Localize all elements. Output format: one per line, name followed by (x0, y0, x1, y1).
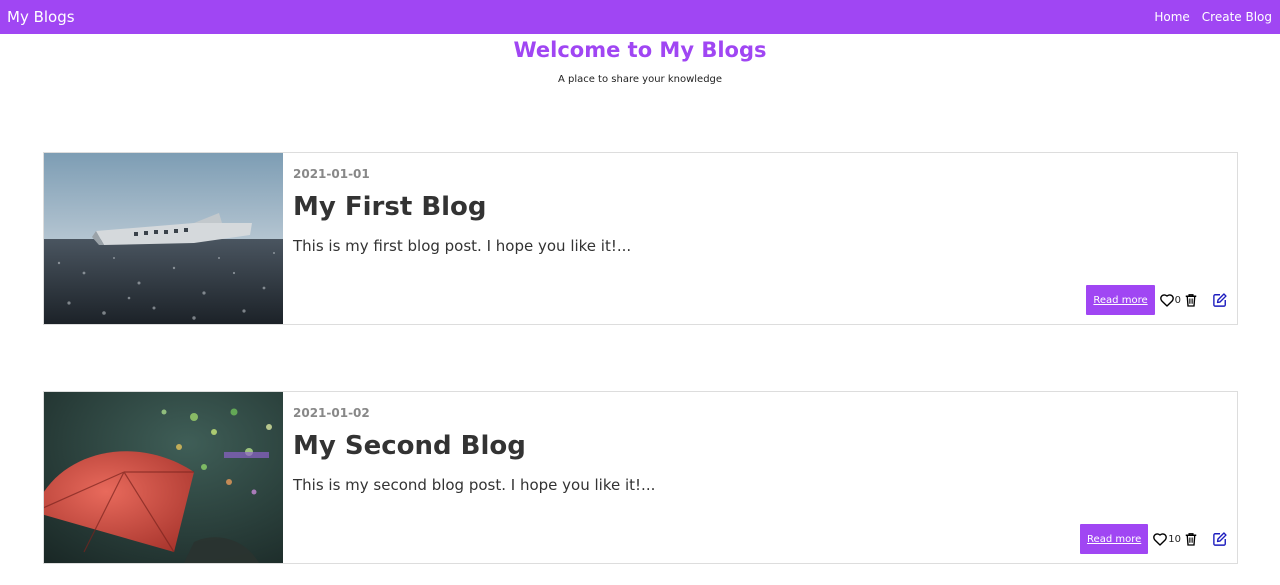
heart-outline-icon (1153, 532, 1168, 546)
page-title: Welcome to My Blogs (513, 38, 767, 62)
nav-create-blog-link[interactable]: Create Blog (1202, 10, 1272, 24)
like-count: 10 (1168, 533, 1181, 545)
brand-link[interactable]: My Blogs (7, 8, 75, 26)
delete-button[interactable] (1185, 293, 1197, 307)
blog-card: 2021-01-01 My First Blog This is my firs… (43, 152, 1238, 325)
trash-icon (1185, 533, 1197, 546)
like-count: 0 (1174, 294, 1181, 306)
red-umbrella-image (44, 392, 283, 563)
blog-thumbnail-umbrella (44, 392, 283, 563)
edit-button[interactable] (1213, 532, 1227, 546)
blog-actions: Read more 0 (1086, 285, 1227, 315)
blog-card: 2021-01-02 My Second Blog This is my sec… (43, 391, 1238, 564)
blog-date: 2021-01-01 (293, 167, 370, 181)
pencil-square-icon (1213, 532, 1227, 546)
blog-date: 2021-01-02 (293, 406, 370, 420)
navbar: My Blogs Home Create Blog (0, 0, 1280, 34)
delete-button[interactable] (1185, 532, 1197, 546)
blog-title: My Second Blog (293, 431, 526, 461)
read-more-button[interactable]: Read more (1086, 285, 1155, 315)
hero: Welcome to My Blogs A place to share you… (0, 34, 1280, 85)
nav-links: Home Create Blog (1154, 10, 1272, 24)
read-more-button[interactable]: Read more (1080, 524, 1149, 554)
page-subtitle: A place to share your knowledge (557, 74, 723, 85)
plane-wreck-image (44, 153, 283, 324)
pencil-square-icon (1213, 293, 1227, 307)
like-button[interactable]: 0 (1159, 293, 1181, 307)
trash-icon (1185, 294, 1197, 307)
heart-outline-icon (1159, 293, 1174, 307)
nav-home-link[interactable]: Home (1154, 10, 1189, 24)
blog-actions: Read more 10 (1080, 524, 1227, 554)
like-button[interactable]: 10 (1153, 532, 1181, 546)
edit-button[interactable] (1213, 293, 1227, 307)
blog-excerpt: This is my second blog post. I hope you … (293, 476, 656, 494)
blog-thumbnail-plane (44, 153, 283, 324)
blog-title: My First Blog (293, 192, 487, 222)
blog-excerpt: This is my first blog post. I hope you l… (293, 237, 632, 255)
